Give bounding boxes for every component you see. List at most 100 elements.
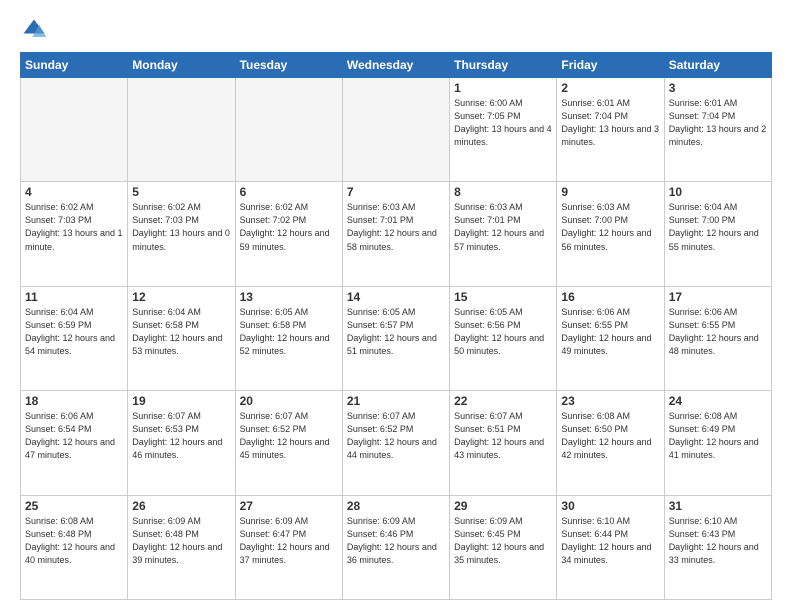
day-number: 24: [669, 394, 767, 408]
calendar-cell: 27 Sunrise: 6:09 AMSunset: 6:47 PMDayligh…: [235, 495, 342, 599]
calendar-cell: 10 Sunrise: 6:04 AMSunset: 7:00 PMDayligh…: [664, 182, 771, 286]
day-number: 17: [669, 290, 767, 304]
day-number: 30: [561, 499, 659, 513]
day-number: 5: [132, 185, 230, 199]
calendar-week-5: 25 Sunrise: 6:08 AMSunset: 6:48 PMDayligh…: [21, 495, 772, 599]
calendar-cell: 14 Sunrise: 6:05 AMSunset: 6:57 PMDayligh…: [342, 286, 449, 390]
day-number: 7: [347, 185, 445, 199]
day-number: 14: [347, 290, 445, 304]
calendar-cell: 25 Sunrise: 6:08 AMSunset: 6:48 PMDayligh…: [21, 495, 128, 599]
day-info: Sunrise: 6:07 AMSunset: 6:52 PMDaylight:…: [347, 410, 445, 462]
calendar-cell: 1Sunrise: 6:00 AMSunset: 7:05 PMDaylight…: [450, 78, 557, 182]
calendar-cell: 17Sunrise: 6:06 AMSunset: 6:55 PMDayligh…: [664, 286, 771, 390]
day-info: Sunrise: 6:09 AMSunset: 6:45 PMDaylight:…: [454, 515, 552, 567]
day-number: 10: [669, 185, 767, 199]
calendar-cell: [128, 78, 235, 182]
calendar-cell: 29 Sunrise: 6:09 AMSunset: 6:45 PMDayligh…: [450, 495, 557, 599]
calendar-cell: 8 Sunrise: 6:03 AMSunset: 7:01 PMDaylight…: [450, 182, 557, 286]
calendar-cell: 13 Sunrise: 6:05 AMSunset: 6:58 PMDayligh…: [235, 286, 342, 390]
day-info: Sunrise: 6:05 AMSunset: 6:56 PMDaylight:…: [454, 306, 552, 358]
day-number: 27: [240, 499, 338, 513]
day-info: Sunrise: 6:05 AMSunset: 6:58 PMDaylight:…: [240, 306, 338, 358]
weekday-header-saturday: Saturday: [664, 53, 771, 78]
day-info: Sunrise: 6:02 AMSunset: 7:02 PMDaylight:…: [240, 201, 338, 253]
calendar-cell: 15 Sunrise: 6:05 AMSunset: 6:56 PMDayligh…: [450, 286, 557, 390]
day-number: 13: [240, 290, 338, 304]
day-info: Sunrise: 6:06 AMSunset: 6:54 PMDaylight:…: [25, 410, 123, 462]
calendar-cell: 31Sunrise: 6:10 AMSunset: 6:43 PMDayligh…: [664, 495, 771, 599]
day-number: 29: [454, 499, 552, 513]
day-number: 12: [132, 290, 230, 304]
day-info: Sunrise: 6:02 AMSunset: 7:03 PMDaylight:…: [25, 201, 123, 253]
calendar-cell: 11 Sunrise: 6:04 AMSunset: 6:59 PMDayligh…: [21, 286, 128, 390]
calendar-week-1: 1Sunrise: 6:00 AMSunset: 7:05 PMDaylight…: [21, 78, 772, 182]
calendar-cell: [21, 78, 128, 182]
day-number: 15: [454, 290, 552, 304]
day-number: 26: [132, 499, 230, 513]
calendar-cell: 16 Sunrise: 6:06 AMSunset: 6:55 PMDayligh…: [557, 286, 664, 390]
day-number: 8: [454, 185, 552, 199]
day-info: Sunrise: 6:09 AMSunset: 6:47 PMDaylight:…: [240, 515, 338, 567]
day-number: 22: [454, 394, 552, 408]
calendar-table: SundayMondayTuesdayWednesdayThursdayFrid…: [20, 52, 772, 600]
calendar-cell: 23Sunrise: 6:08 AMSunset: 6:50 PMDayligh…: [557, 391, 664, 495]
day-info: Sunrise: 6:10 AMSunset: 6:44 PMDaylight:…: [561, 515, 659, 567]
calendar-cell: 18 Sunrise: 6:06 AMSunset: 6:54 PMDayligh…: [21, 391, 128, 495]
calendar-cell: 5 Sunrise: 6:02 AMSunset: 7:03 PMDaylight…: [128, 182, 235, 286]
header: [20, 16, 772, 44]
day-info: Sunrise: 6:09 AMSunset: 6:48 PMDaylight:…: [132, 515, 230, 567]
day-number: 16: [561, 290, 659, 304]
calendar-cell: 3Sunrise: 6:01 AMSunset: 7:04 PMDaylight…: [664, 78, 771, 182]
day-number: 31: [669, 499, 767, 513]
day-number: 28: [347, 499, 445, 513]
calendar-cell: 7 Sunrise: 6:03 AMSunset: 7:01 PMDaylight…: [342, 182, 449, 286]
day-info: Sunrise: 6:07 AMSunset: 6:51 PMDaylight:…: [454, 410, 552, 462]
day-number: 18: [25, 394, 123, 408]
weekday-header-row: SundayMondayTuesdayWednesdayThursdayFrid…: [21, 53, 772, 78]
calendar-cell: 22 Sunrise: 6:07 AMSunset: 6:51 PMDayligh…: [450, 391, 557, 495]
weekday-header-thursday: Thursday: [450, 53, 557, 78]
calendar-week-3: 11 Sunrise: 6:04 AMSunset: 6:59 PMDayligh…: [21, 286, 772, 390]
day-info: Sunrise: 6:04 AMSunset: 6:58 PMDaylight:…: [132, 306, 230, 358]
logo: [20, 16, 52, 44]
day-info: Sunrise: 6:05 AMSunset: 6:57 PMDaylight:…: [347, 306, 445, 358]
calendar-cell: 26 Sunrise: 6:09 AMSunset: 6:48 PMDayligh…: [128, 495, 235, 599]
day-info: Sunrise: 6:06 AMSunset: 6:55 PMDaylight:…: [561, 306, 659, 358]
calendar-cell: 2Sunrise: 6:01 AMSunset: 7:04 PMDaylight…: [557, 78, 664, 182]
day-number: 4: [25, 185, 123, 199]
weekday-header-sunday: Sunday: [21, 53, 128, 78]
day-info: Sunrise: 6:08 AMSunset: 6:48 PMDaylight:…: [25, 515, 123, 567]
day-number: 6: [240, 185, 338, 199]
day-info: Sunrise: 6:01 AMSunset: 7:04 PMDaylight:…: [561, 97, 659, 149]
weekday-header-friday: Friday: [557, 53, 664, 78]
day-info: Sunrise: 6:04 AMSunset: 6:59 PMDaylight:…: [25, 306, 123, 358]
weekday-header-tuesday: Tuesday: [235, 53, 342, 78]
calendar-cell: 4 Sunrise: 6:02 AMSunset: 7:03 PMDaylight…: [21, 182, 128, 286]
page: SundayMondayTuesdayWednesdayThursdayFrid…: [0, 0, 792, 612]
day-info: Sunrise: 6:01 AMSunset: 7:04 PMDaylight:…: [669, 97, 767, 149]
calendar-cell: [342, 78, 449, 182]
calendar-cell: 20Sunrise: 6:07 AMSunset: 6:52 PMDayligh…: [235, 391, 342, 495]
day-info: Sunrise: 6:03 AMSunset: 7:01 PMDaylight:…: [347, 201, 445, 253]
calendar-cell: 19 Sunrise: 6:07 AMSunset: 6:53 PMDayligh…: [128, 391, 235, 495]
day-info: Sunrise: 6:07 AMSunset: 6:52 PMDaylight:…: [240, 410, 338, 462]
logo-icon: [20, 16, 48, 44]
day-info: Sunrise: 6:04 AMSunset: 7:00 PMDaylight:…: [669, 201, 767, 253]
weekday-header-monday: Monday: [128, 53, 235, 78]
calendar-cell: 28 Sunrise: 6:09 AMSunset: 6:46 PMDayligh…: [342, 495, 449, 599]
day-number: 11: [25, 290, 123, 304]
calendar-cell: 9Sunrise: 6:03 AMSunset: 7:00 PMDaylight…: [557, 182, 664, 286]
calendar-cell: 24 Sunrise: 6:08 AMSunset: 6:49 PMDayligh…: [664, 391, 771, 495]
calendar-cell: 30 Sunrise: 6:10 AMSunset: 6:44 PMDayligh…: [557, 495, 664, 599]
day-info: Sunrise: 6:09 AMSunset: 6:46 PMDaylight:…: [347, 515, 445, 567]
calendar-week-4: 18 Sunrise: 6:06 AMSunset: 6:54 PMDayligh…: [21, 391, 772, 495]
day-number: 19: [132, 394, 230, 408]
day-number: 9: [561, 185, 659, 199]
day-number: 21: [347, 394, 445, 408]
day-info: Sunrise: 6:07 AMSunset: 6:53 PMDaylight:…: [132, 410, 230, 462]
day-info: Sunrise: 6:08 AMSunset: 6:49 PMDaylight:…: [669, 410, 767, 462]
day-info: Sunrise: 6:02 AMSunset: 7:03 PMDaylight:…: [132, 201, 230, 253]
day-number: 23: [561, 394, 659, 408]
day-info: Sunrise: 6:03 AMSunset: 7:01 PMDaylight:…: [454, 201, 552, 253]
day-number: 25: [25, 499, 123, 513]
